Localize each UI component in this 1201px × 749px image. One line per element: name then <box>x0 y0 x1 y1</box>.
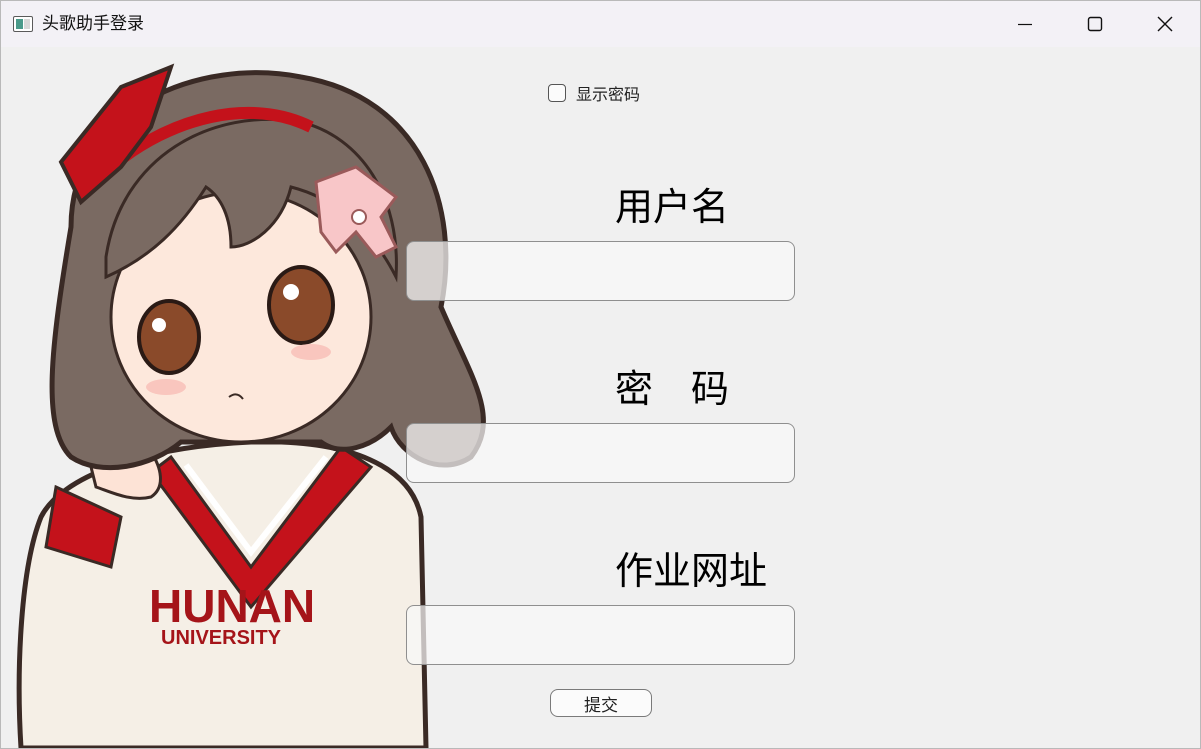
password-label: 密 码 <box>615 367 730 411</box>
homework-url-label: 作业网址 <box>615 549 768 593</box>
username-label: 用户名 <box>615 185 730 229</box>
shirt-text-hunan: HUNAN <box>149 580 315 632</box>
window-title: 头歌助手登录 <box>42 14 144 34</box>
close-button[interactable] <box>1130 1 1200 47</box>
login-window: 头歌助手登录 HUNAN UNIVERSITY 显示密码 用户名 密 码 作业网… <box>0 0 1201 749</box>
password-input[interactable] <box>406 423 795 483</box>
homework-url-input[interactable] <box>406 605 795 665</box>
maximize-button[interactable] <box>1060 1 1130 47</box>
maximize-icon <box>1087 16 1103 32</box>
login-form-area: HUNAN UNIVERSITY 显示密码 用户名 密 码 作业网址 提交 <box>1 47 1200 748</box>
username-input[interactable] <box>406 241 795 301</box>
show-password-toggle[interactable]: 显示密码 <box>548 81 640 105</box>
show-password-label: 显示密码 <box>576 85 641 104</box>
minimize-button[interactable] <box>990 1 1060 47</box>
app-window-icon <box>13 16 33 32</box>
close-icon <box>1157 16 1173 32</box>
show-password-checkbox[interactable] <box>548 84 566 102</box>
minimize-icon <box>1018 23 1032 26</box>
shirt-text-university: UNIVERSITY <box>161 627 282 649</box>
submit-button[interactable]: 提交 <box>550 689 652 717</box>
title-bar[interactable]: 头歌助手登录 <box>1 1 1200 47</box>
